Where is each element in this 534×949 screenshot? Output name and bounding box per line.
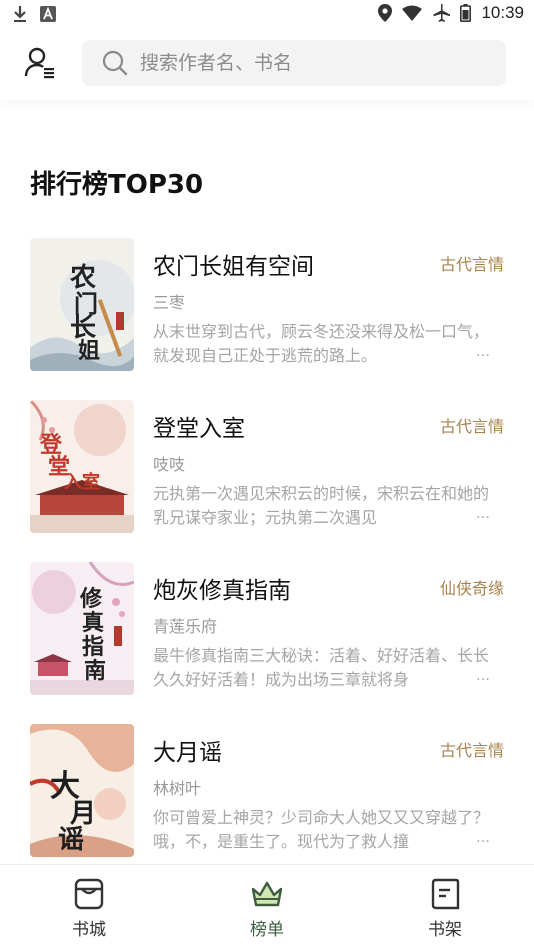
ellipsis: … <box>472 668 490 684</box>
ellipsis: … <box>472 344 490 360</box>
book-title: 农门长姐有空间 <box>153 254 314 280</box>
book-category-tag: 古代言情 <box>439 255 504 274</box>
status-bar: 10:39 <box>0 0 534 28</box>
book-author: 三枣 <box>153 293 186 312</box>
ellipsis: … <box>472 830 490 846</box>
nav-label: 书城 <box>72 920 106 940</box>
svg-text:谣: 谣 <box>58 825 84 855</box>
nav-item-ranking[interactable]: 榜单 <box>178 865 356 949</box>
nav-label: 书架 <box>428 920 462 940</box>
search-input[interactable] <box>138 51 482 75</box>
book-description: 从末世穿到古代，顾云冬还没来得及松一口气，就发现自己正处于逃荒的路上。 <box>153 322 490 365</box>
book-cover: 大 月 谣 <box>30 724 134 857</box>
book-title: 大月谣 <box>153 740 222 766</box>
download-icon <box>14 6 26 22</box>
book-category-tag: 古代言情 <box>439 417 504 436</box>
svg-text:南: 南 <box>84 658 106 684</box>
book-title: 登堂入室 <box>153 416 245 442</box>
user-list-icon <box>24 47 54 79</box>
book-title: 炮灰修真指南 <box>153 578 291 604</box>
nav-label: 榜单 <box>250 920 284 940</box>
book-description: 最牛修真指南三大秘诀：活着、好好活着、长长久久好好活着！成为出场三章就将身 <box>153 646 490 689</box>
book-item[interactable]: 修 真 指 南 炮灰修真指南 仙侠奇缘 青莲乐府 最牛修真指南三大秘诀：活着、好… <box>0 557 534 697</box>
nav-item-bookstore[interactable]: 书城 <box>0 865 178 949</box>
book-item[interactable]: 登 堂 入室 登堂入室 古代言情 吱吱 元执第一次遇见宋积云的时候，宋积云在和她… <box>0 395 534 535</box>
ranking-title: 排行榜TOP30 <box>30 170 204 200</box>
store-icon <box>74 878 104 910</box>
search-icon <box>102 50 128 76</box>
svg-text:修: 修 <box>79 586 103 612</box>
battery-icon <box>460 4 472 22</box>
book-author: 林树叶 <box>153 779 202 798</box>
top-header <box>0 28 534 100</box>
airplane-mode-icon <box>433 4 451 22</box>
location-icon <box>378 4 393 22</box>
status-time: 10:39 <box>481 3 524 22</box>
book-description: 元执第一次遇见宋积云的时候，宋积云在和她的乳兄谋夺家业；元执第二次遇见 <box>153 484 490 527</box>
crown-icon <box>251 881 283 907</box>
svg-text:姐: 姐 <box>78 338 100 364</box>
user-menu-button[interactable] <box>24 46 58 80</box>
book-item[interactable]: 农 门 长 姐 农门长姐有空间 古代言情 三枣 从末世穿到古代，顾云冬还没来得及… <box>0 233 534 373</box>
wifi-icon <box>402 5 423 21</box>
book-author: 吱吱 <box>153 455 186 474</box>
svg-text:真: 真 <box>82 610 104 636</box>
app-notification-icon <box>40 6 56 22</box>
nav-item-bookshelf[interactable]: 书架 <box>356 865 534 949</box>
book-author: 青莲乐府 <box>153 617 218 636</box>
book-cover: 农 门 长 姐 <box>30 238 134 371</box>
book-category-tag: 古代言情 <box>439 741 504 760</box>
book-description: 你可曾爱上神灵？少司命大人她又又又穿越了？哦，不，是重生了。现代为了救人撞 <box>153 808 490 851</box>
book-category-tag: 仙侠奇缘 <box>439 579 504 598</box>
bottom-nav: 书城 榜单 书架 <box>0 864 534 949</box>
book-item[interactable]: 大 月 谣 大月谣 古代言情 林树叶 你可曾爱上神灵？少司命大人她又又又穿越了？… <box>0 719 534 859</box>
search-bar[interactable] <box>82 40 506 86</box>
svg-text:指: 指 <box>82 634 104 660</box>
svg-text:入室: 入室 <box>64 471 100 493</box>
ellipsis: … <box>472 506 490 522</box>
book-cover: 登 堂 入室 <box>30 400 134 533</box>
book-cover: 修 真 指 南 <box>30 562 134 695</box>
bookshelf-icon <box>431 878 460 910</box>
